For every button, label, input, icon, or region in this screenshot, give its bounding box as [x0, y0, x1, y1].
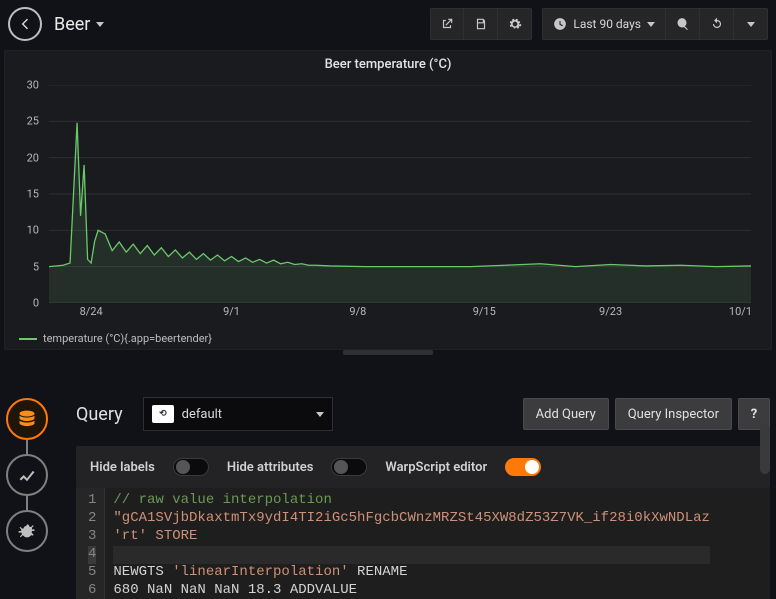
chart-panel: Beer temperature (°C) 051015202530 8/249…	[4, 50, 772, 350]
gear-icon	[508, 17, 522, 31]
tab-queries[interactable]	[6, 398, 48, 440]
database-icon	[17, 409, 37, 429]
legend-label: temperature (°C){.app=beertender}	[43, 332, 212, 345]
x-axis-labels: 8/249/19/89/159/2310/1	[49, 305, 751, 321]
search-minus-icon	[676, 17, 690, 31]
chart-svg	[49, 85, 751, 303]
vertical-scrollbar[interactable]	[760, 424, 770, 594]
panel-title: Beer temperature (°C)	[5, 51, 771, 74]
query-inspector-button[interactable]: Query Inspector	[615, 398, 732, 430]
hide-attrs-label: Hide attributes	[227, 460, 314, 475]
ws-editor-label: WarpScript editor	[385, 460, 487, 475]
back-button[interactable]	[8, 7, 42, 41]
save-button[interactable]	[464, 8, 498, 40]
tab-general[interactable]	[6, 510, 48, 552]
dashboard-title: Beer	[54, 14, 90, 35]
chart-legend[interactable]: temperature (°C){.app=beertender}	[19, 332, 212, 345]
refresh-button[interactable]	[700, 8, 734, 40]
timerange-label: Last 90 days	[573, 17, 641, 31]
editor-gutter: 12345678	[76, 488, 105, 599]
save-icon	[474, 17, 488, 31]
arrow-left-icon	[17, 16, 33, 32]
share-button[interactable]	[430, 8, 464, 40]
caret-down-icon	[747, 22, 755, 27]
plot-area[interactable]	[49, 85, 751, 303]
tab-visualization[interactable]	[6, 454, 48, 496]
datasource-name: default	[182, 407, 222, 422]
timerange-button[interactable]: Last 90 days	[542, 8, 666, 40]
refresh-interval-button[interactable]	[734, 8, 768, 40]
add-query-button[interactable]: Add Query	[523, 398, 609, 430]
dashboard-title-dropdown[interactable]: Beer	[54, 14, 104, 35]
settings-button[interactable]	[498, 8, 532, 40]
query-options-bar: Hide labels Hide attributes WarpScript e…	[76, 446, 770, 488]
caret-down-icon	[647, 22, 655, 27]
hide-labels-toggle[interactable]	[173, 458, 209, 476]
refresh-icon	[710, 17, 724, 31]
legend-swatch	[19, 338, 37, 340]
y-axis-labels: 051015202530	[5, 85, 43, 303]
share-icon	[440, 17, 454, 31]
zoom-out-button[interactable]	[666, 8, 700, 40]
hide-labels-label: Hide labels	[90, 460, 155, 475]
bug-icon	[17, 521, 37, 541]
query-section-label: Query	[76, 404, 123, 425]
caret-down-icon	[96, 22, 104, 27]
scrollbar-thumb[interactable]	[760, 424, 770, 474]
code-editor[interactable]: 12345678 // raw value interpolation"gCA1…	[76, 488, 770, 599]
editor-sidebar	[6, 398, 48, 552]
datasource-picker[interactable]: ⟲ default	[143, 397, 333, 431]
editor-code: // raw value interpolation"gCA1SVjbDkaxt…	[105, 488, 718, 599]
caret-down-icon	[316, 412, 324, 417]
hide-attrs-toggle[interactable]	[331, 458, 367, 476]
ws-editor-toggle[interactable]	[505, 458, 541, 476]
panel-resize-handle[interactable]	[343, 350, 433, 355]
query-header: Query ⟲ default Add Query Query Inspecto…	[76, 394, 770, 434]
datasource-icon: ⟲	[152, 405, 174, 423]
clock-icon	[553, 17, 567, 31]
chart-icon	[17, 465, 37, 485]
